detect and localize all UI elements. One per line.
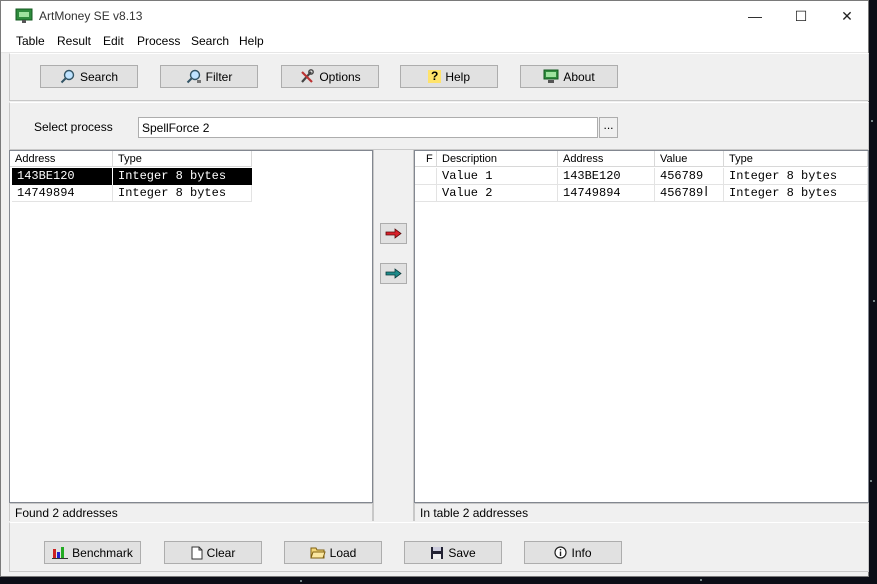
text-cursor-icon: I	[704, 185, 709, 200]
table-status: In table 2 addresses	[414, 503, 869, 521]
process-dropdown[interactable]: SpellForce 2 ⌄	[138, 117, 598, 138]
freeze-checkbox[interactable]	[415, 185, 437, 202]
options-button[interactable]: Options	[281, 65, 379, 88]
menu-process[interactable]: Process	[137, 34, 180, 48]
row-value-text: 456789	[660, 186, 704, 200]
load-button-label: Load	[329, 545, 357, 560]
row-address[interactable]: 143BE120	[558, 168, 655, 185]
menu-bar: Table Result Edit Process Search Help	[1, 31, 868, 53]
process-selector-row: Select process SpellForce 2 ⌄ ...	[9, 102, 869, 150]
about-button[interactable]: About	[520, 65, 618, 88]
help-button[interactable]: ? Help	[400, 65, 498, 88]
search-button[interactable]: Search	[40, 65, 138, 88]
filter-button[interactable]: Filter	[160, 65, 258, 88]
window-title: ArtMoney SE v8.13	[39, 9, 143, 23]
bar-chart-icon	[52, 547, 69, 559]
about-computer-icon	[543, 69, 559, 83]
saved-values-table[interactable]: F Description Address Value Type Value 1…	[414, 150, 869, 503]
results-table[interactable]: Address Type 143BE120 Integer 8 bytes 14…	[9, 150, 373, 503]
menu-table[interactable]: Table	[16, 34, 45, 48]
clear-button-label: Clear	[206, 545, 236, 560]
search-button-label: Search	[79, 69, 119, 84]
row-value[interactable]: 456789I	[655, 185, 724, 202]
options-button-label: Options	[319, 69, 361, 84]
app-window: ArtMoney SE v8.13 — ☐ ✕ Table Result Edi…	[0, 0, 869, 577]
open-folder-icon	[309, 547, 326, 559]
search-icon	[60, 69, 75, 84]
tools-icon	[301, 69, 315, 83]
menu-edit[interactable]: Edit	[103, 34, 124, 48]
toolbar: Search Filter Options ? Help About	[9, 53, 869, 101]
filter-magnifier-icon	[186, 69, 201, 84]
row-type[interactable]: Integer 8 bytes	[113, 168, 252, 185]
artmoney-app-icon	[15, 8, 33, 23]
filter-button-label: Filter	[205, 69, 233, 84]
close-button[interactable]: ✕	[824, 1, 870, 31]
clear-button[interactable]: Clear	[164, 541, 262, 564]
info-button-label: Info	[571, 545, 592, 560]
column-header-description[interactable]: Description	[437, 151, 558, 167]
row-address[interactable]: 14749894	[558, 185, 655, 202]
transfer-column	[373, 150, 414, 521]
row-value[interactable]: 456789	[655, 168, 724, 185]
blank-page-icon	[191, 546, 203, 559]
teal-arrow-right-icon	[385, 268, 402, 279]
column-header-type[interactable]: Type	[113, 151, 252, 167]
save-button[interactable]: Save	[404, 541, 502, 564]
results-status: Found 2 addresses	[9, 503, 373, 521]
row-description[interactable]: Value 1	[437, 168, 558, 185]
row-type[interactable]: Integer 8 bytes	[724, 185, 868, 202]
menu-help[interactable]: Help	[239, 34, 264, 48]
row-address[interactable]: 143BE120	[12, 168, 112, 185]
column-header-address[interactable]: Address	[10, 151, 113, 167]
row-address[interactable]: 14749894	[12, 185, 113, 202]
benchmark-button-label: Benchmark	[72, 545, 133, 560]
chevron-down-icon: ⌄	[142, 120, 152, 132]
red-arrow-right-icon	[385, 228, 402, 239]
column-header-type[interactable]: Type	[724, 151, 868, 167]
info-button[interactable]: Info	[524, 541, 622, 564]
about-button-label: About	[563, 69, 595, 84]
maximize-button[interactable]: ☐	[778, 1, 824, 31]
question-mark-icon: ?	[427, 70, 442, 83]
help-button-label: Help	[445, 69, 471, 84]
select-process-label: Select process	[34, 120, 113, 134]
save-button-label: Save	[448, 545, 476, 560]
column-header-freeze[interactable]: F	[415, 151, 437, 167]
load-button[interactable]: Load	[284, 541, 382, 564]
bottom-toolbar: Benchmark Clear Load Save Info	[9, 522, 869, 572]
minimize-button[interactable]: —	[732, 1, 778, 31]
add-all-to-table-button[interactable]	[380, 263, 407, 284]
freeze-checkbox[interactable]	[415, 168, 437, 185]
browse-process-button[interactable]: ...	[599, 117, 618, 138]
add-to-table-button[interactable]	[380, 223, 407, 244]
column-header-address[interactable]: Address	[558, 151, 655, 167]
row-type[interactable]: Integer 8 bytes	[113, 185, 252, 202]
row-description[interactable]: Value 2	[437, 185, 558, 202]
title-bar: ArtMoney SE v8.13 — ☐ ✕	[1, 1, 868, 31]
info-icon	[554, 546, 568, 559]
benchmark-button[interactable]: Benchmark	[44, 541, 141, 564]
column-header-value[interactable]: Value	[655, 151, 724, 167]
menu-search[interactable]: Search	[191, 34, 229, 48]
floppy-disk-icon	[431, 546, 444, 559]
menu-result[interactable]: Result	[57, 34, 91, 48]
row-type[interactable]: Integer 8 bytes	[724, 168, 868, 185]
